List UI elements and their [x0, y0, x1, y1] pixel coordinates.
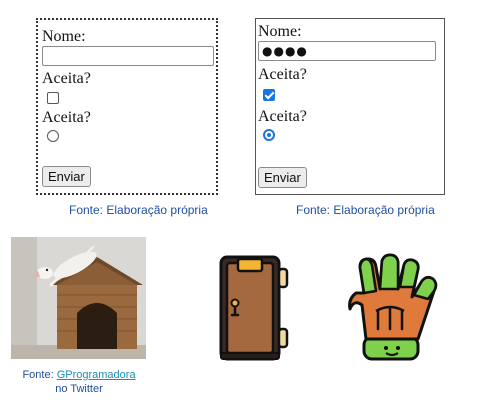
- accept-checkbox[interactable]: [47, 92, 59, 104]
- accept-radio[interactable]: [263, 129, 275, 141]
- caption-prefix: Fonte:: [22, 369, 57, 381]
- checkbox-label: Aceita?: [258, 66, 307, 83]
- glove-icon: [348, 253, 438, 361]
- form-filled: Nome: ●●●● Aceita? Aceita? Enviar: [255, 18, 445, 195]
- name-label: Nome:: [258, 23, 302, 40]
- form-unstyled: Nome: Aceita? Aceita? Enviar: [36, 18, 218, 195]
- caption-suffix: no Twitter: [55, 383, 103, 395]
- figure-caption: Fonte: Elaboração própria: [296, 203, 435, 217]
- photo-caption: Fonte: GProgramadora no Twitter: [6, 368, 152, 396]
- accept-radio[interactable]: [47, 130, 59, 142]
- name-input[interactable]: ●●●●: [258, 41, 436, 61]
- accept-checkbox[interactable]: [263, 89, 275, 101]
- submit-button[interactable]: Enviar: [258, 167, 307, 188]
- name-input[interactable]: [42, 46, 214, 66]
- twitter-link[interactable]: GProgramadora: [57, 369, 136, 381]
- name-label: Nome:: [42, 28, 86, 45]
- door-icon: [219, 255, 289, 361]
- dog-doghouse-photo: [11, 237, 146, 359]
- checkbox-label: Aceita?: [42, 70, 91, 87]
- figure-caption: Fonte: Elaboração própria: [69, 203, 208, 217]
- submit-button[interactable]: Enviar: [42, 166, 91, 187]
- radio-label: Aceita?: [42, 109, 91, 126]
- radio-label: Aceita?: [258, 108, 307, 125]
